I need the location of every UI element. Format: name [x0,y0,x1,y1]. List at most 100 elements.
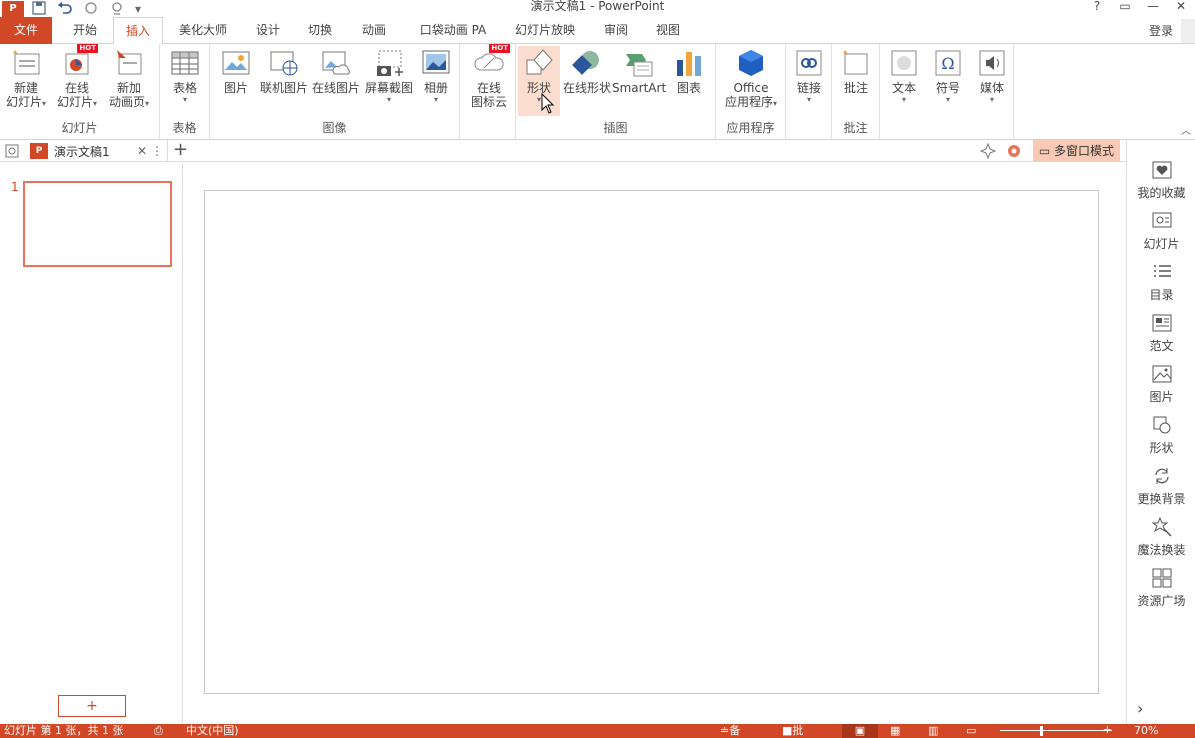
windows-icon: ▭ [1038,144,1054,158]
chart-icon [674,48,704,78]
comments-button[interactable]: ■ 批注 [782,724,803,738]
more-options-icon[interactable]: ⋮ [151,144,163,158]
add-slide-button[interactable]: + [58,695,126,717]
powerpoint-file-icon: P [30,143,48,159]
multi-window-mode-button[interactable]: ▭ 多窗口模式 [1032,140,1120,162]
chart-button[interactable]: 图表 [668,46,710,95]
login-link[interactable]: 登录 [1149,22,1173,39]
ribbon-display-button[interactable]: ▭ [1111,0,1139,16]
avatar[interactable] [1181,19,1195,43]
spellcheck-icon[interactable]: ⎙ [154,724,163,738]
close-tab-icon[interactable]: ✕ [137,144,147,158]
tab-transitions[interactable]: 切换 [298,17,342,44]
speaker-icon [977,48,1007,78]
picture-button[interactable]: 图片 [216,46,256,95]
online-picture-button[interactable]: 在线图片 [310,46,362,95]
group-links: 链接 ▾ [786,44,832,140]
reading-view-button[interactable]: ▥ [928,724,938,738]
heart-icon [1150,160,1174,182]
settings-gear-icon[interactable] [1006,143,1022,162]
tab-view[interactable]: 视图 [648,17,688,44]
online-slide-button[interactable]: HOT 在线 幻灯片▾ [52,44,102,109]
tab-list-icon[interactable] [4,143,20,159]
group-illustrations: 形状 ▾ 在线形状 SmartArt 图表 插图 [516,44,716,140]
omega-icon: Ω [933,48,963,78]
table-button[interactable]: 表格 ▾ [164,46,206,105]
tab-review[interactable]: 审阅 [596,17,636,44]
zoom-slider[interactable]: + [1000,723,1112,738]
shapes-icon [524,48,554,78]
slides-icon [1150,211,1174,233]
collapse-ribbon-icon[interactable]: ︿ [1181,122,1191,137]
grid-icon [1150,568,1174,590]
table-icon [170,48,200,78]
group-label-apps: 应用程序 [726,121,775,135]
minimize-button[interactable]: — [1139,0,1167,16]
expand-sidebar-icon[interactable]: › [1137,699,1143,718]
right-sidebar: 我的收藏 幻灯片 目录 范文 图片 形状 更换背景 魔法换装 资源广场 › [1126,140,1195,724]
tab-slideshow[interactable]: 幻灯片放映 [508,17,582,44]
online-slide-icon: HOT [62,44,98,78]
new-animation-page-button[interactable]: 新加 动画页▾ [104,46,154,109]
sidebar-item-shapes[interactable]: 形状 [1127,415,1195,456]
link-button[interactable]: 链接 ▾ [790,46,828,105]
group-label-illustrations: 插图 [603,121,628,135]
comment-button[interactable]: 批注 [836,46,876,95]
group-images: 图片 联机图片 在线图片 屏幕截图 ▾ 相册 ▾ 图像 [210,44,460,140]
tab-animations[interactable]: 动画 [352,17,396,44]
theme-icon[interactable] [979,142,997,162]
sidebar-item-resources[interactable]: 资源广场 [1127,568,1195,609]
add-tab-button[interactable]: + [173,140,188,160]
slide-number: 1 [11,180,19,194]
new-slide-button[interactable]: 新建 幻灯片▾ [2,46,50,109]
document-tab[interactable]: P 演示文稿1 ✕ ⋮ [26,140,168,162]
zoom-level[interactable]: 70% [1134,724,1158,738]
sidebar-item-change-background[interactable]: 更换背景 [1127,466,1195,507]
text-icon [889,48,919,78]
slide-editor-canvas [184,163,1126,724]
globe-picture-icon [269,48,299,78]
sidebar-item-favorites[interactable]: 我的收藏 [1127,160,1195,201]
online-shapes-button[interactable]: 在线形状 [562,46,612,95]
album-button[interactable]: 相册 ▾ [416,46,456,105]
tab-design[interactable]: 设计 [246,17,290,44]
status-bar: 幻灯片 第 1 张，共 1 张 ⎙ 中文(中国) ≐ 备注 ■ 批注 ▣ ▦ ▥… [0,723,1195,738]
language-status[interactable]: 中文(中国) [186,724,239,738]
tab-insert[interactable]: 插入 [113,17,163,45]
group-apps: Office 应用程序▾ 应用程序 [716,44,786,140]
screenshot-button[interactable]: 屏幕截图 ▾ [362,46,416,105]
tab-pocket-animation[interactable]: 口袋动画 PA [412,17,494,44]
tab-home[interactable]: 开始 [58,17,112,44]
online-picture-lianji-button[interactable]: 联机图片 [258,46,310,95]
sidebar-item-toc[interactable]: 目录 [1127,262,1195,303]
office-apps-button[interactable]: Office 应用程序▾ [720,46,782,109]
tab-beautify[interactable]: 美化大师 [170,17,236,44]
sidebar-item-templates[interactable]: 范文 [1127,313,1195,354]
tab-file[interactable]: 文件 [0,17,52,44]
svg-text:Ω: Ω [941,54,954,73]
notes-button[interactable]: ≐ 备注 [720,724,740,738]
media-button[interactable]: 媒体 ▾ [972,46,1012,105]
normal-view-button[interactable]: ▣ [842,724,878,738]
group-online-icons: HOT 在线 图标云 [460,44,516,140]
text-button[interactable]: 文本 ▾ [884,46,924,105]
refresh-icon [1150,466,1174,488]
image-icon [1150,364,1174,386]
screenshot-icon [374,48,404,78]
symbol-button[interactable]: Ω 符号 ▾ [928,46,968,105]
sidebar-item-images[interactable]: 图片 [1127,364,1195,405]
new-slide-icon [11,48,41,78]
help-button[interactable]: ? [1083,0,1111,16]
online-icons-button[interactable]: HOT 在线 图标云 [466,44,512,109]
album-icon [421,48,451,78]
sidebar-item-magic-dress[interactable]: 魔法换装 [1127,516,1195,558]
slideshow-view-button[interactable]: ▭ [966,724,976,738]
sidebar-item-slides[interactable]: 幻灯片 [1127,211,1195,252]
slide-sorter-button[interactable]: ▦ [890,724,900,738]
slide-thumbnail[interactable] [23,181,172,267]
smartart-button[interactable]: SmartArt [612,46,666,95]
close-button[interactable]: ✕ [1167,0,1195,16]
current-slide[interactable] [204,190,1099,694]
shape-icon [1150,415,1174,437]
picture-icon [221,48,251,78]
